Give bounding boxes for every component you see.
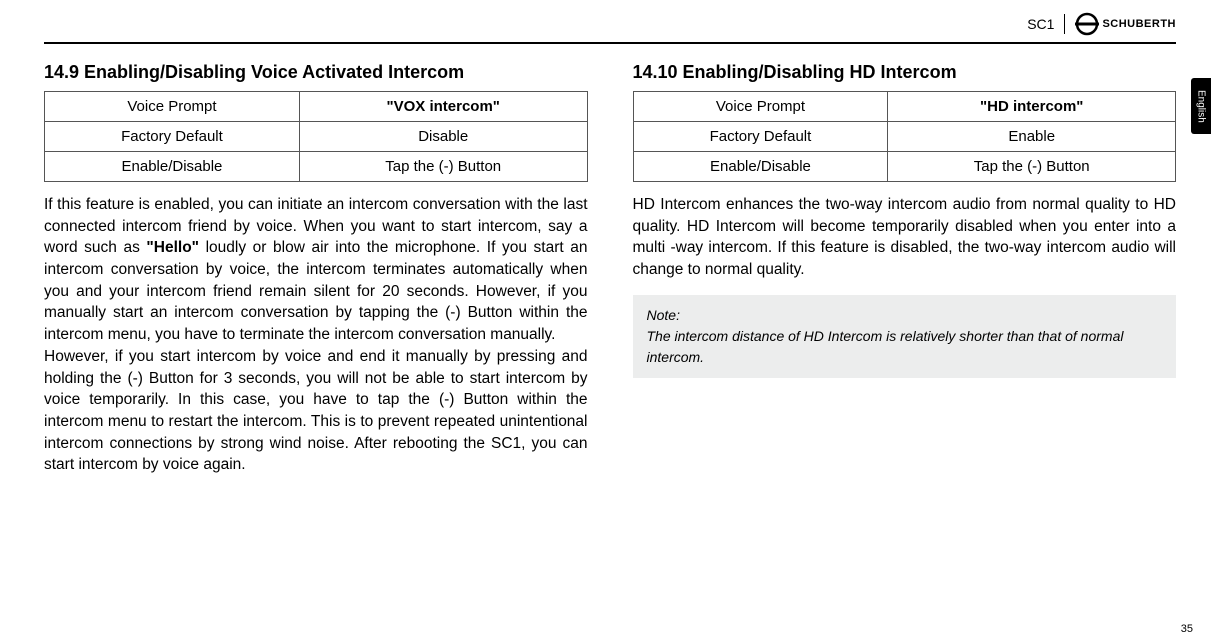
section-title-right: 14.10 Enabling/Disabling HD Intercom: [633, 62, 1177, 83]
page: SC1 SCHUBERTH 14.9 Enabling/Disabling Vo…: [0, 0, 1211, 643]
left-paragraph-1: If this feature is enabled, you can init…: [44, 194, 588, 346]
right-paragraph: HD Intercom enhances the two-way interco…: [633, 194, 1177, 281]
model-label: SC1: [1027, 16, 1054, 32]
cell: Tap the (-) Button: [888, 152, 1176, 182]
content-columns: 14.9 Enabling/Disabling Voice Activated …: [44, 62, 1176, 476]
note-title: Note:: [647, 305, 1163, 326]
vox-table: Voice Prompt"VOX intercom" Factory Defau…: [44, 91, 588, 182]
cell: Enable: [888, 122, 1176, 152]
note-body: The intercom distance of HD Intercom is …: [647, 326, 1163, 368]
left-paragraph-2: However, if you start intercom by voice …: [44, 346, 588, 476]
cell: Voice Prompt: [633, 92, 888, 122]
highlight-hello: "Hello": [146, 239, 199, 256]
header-rule: [44, 42, 1176, 44]
cell: Factory Default: [633, 122, 888, 152]
header-divider: [1064, 14, 1065, 34]
hd-table: Voice Prompt"HD intercom" Factory Defaul…: [633, 91, 1177, 182]
header: SC1 SCHUBERTH: [44, 10, 1176, 38]
note-box: Note: The intercom distance of HD Interc…: [633, 295, 1177, 378]
left-column: 14.9 Enabling/Disabling Voice Activated …: [44, 62, 588, 476]
brand-text: SCHUBERTH: [1102, 18, 1176, 30]
page-number: 35: [1181, 623, 1193, 635]
cell: Voice Prompt: [45, 92, 300, 122]
cell: Tap the (-) Button: [299, 152, 587, 182]
language-tab: English: [1191, 78, 1211, 134]
section-title-left: 14.9 Enabling/Disabling Voice Activated …: [44, 62, 588, 83]
right-column: 14.10 Enabling/Disabling HD Intercom Voi…: [633, 62, 1177, 476]
cell: Disable: [299, 122, 587, 152]
brand-logo: SCHUBERTH: [1075, 12, 1176, 36]
logo-icon: [1075, 12, 1099, 36]
cell: Enable/Disable: [45, 152, 300, 182]
cell: "HD intercom": [888, 92, 1176, 122]
cell: Enable/Disable: [633, 152, 888, 182]
cell: Factory Default: [45, 122, 300, 152]
cell: "VOX intercom": [299, 92, 587, 122]
